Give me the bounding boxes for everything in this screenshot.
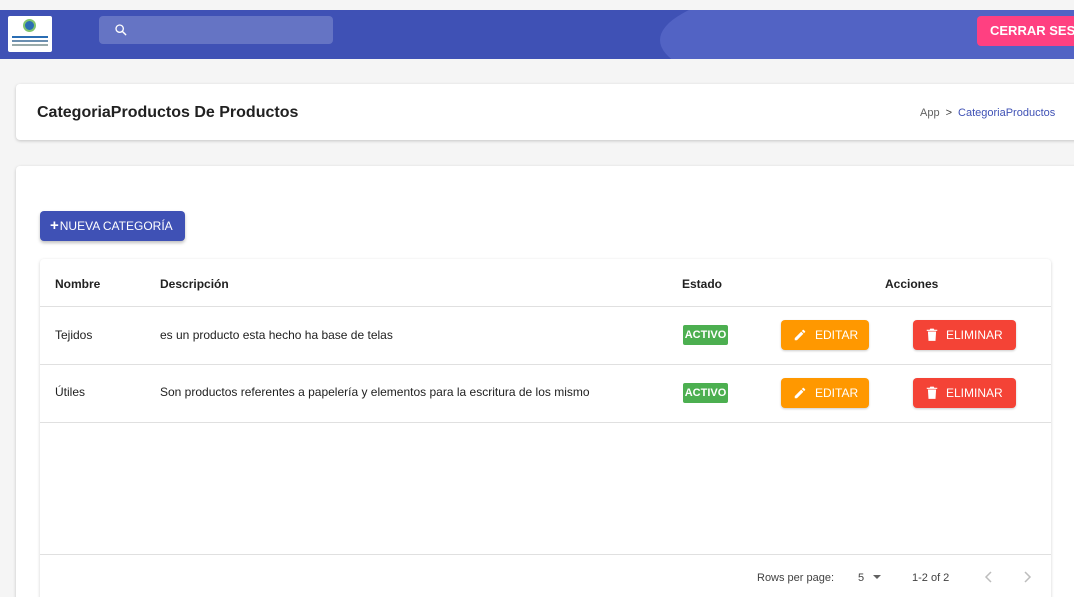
app-frame: CERRAR SESIÓN CategoriaProductos De Prod…: [0, 0, 1074, 597]
rows-per-page-select[interactable]: 5: [858, 572, 882, 584]
chevron-left-icon[interactable]: [979, 567, 999, 587]
column-header-name[interactable]: Nombre: [55, 277, 100, 291]
row-divider: [40, 422, 1051, 423]
content-card: +NUEVA CATEGORÍA Nombre Descripción Esta…: [16, 166, 1074, 597]
rows-per-page-value: 5: [858, 572, 865, 584]
new-category-label: NUEVA CATEGORÍA: [59, 219, 173, 233]
chevron-right-icon[interactable]: [1017, 567, 1037, 587]
company-logo[interactable]: [8, 16, 52, 52]
trash-icon: [926, 386, 938, 399]
breadcrumb-root[interactable]: App: [920, 107, 940, 119]
row-name: Tejidos: [55, 328, 93, 342]
delete-button[interactable]: ELIMINAR: [913, 378, 1016, 408]
breadcrumb-separator-icon: >: [945, 107, 953, 119]
categories-table: Nombre Descripción Estado Acciones Tejid…: [40, 259, 1051, 597]
edit-label: EDITAR: [815, 328, 859, 342]
trash-icon: [926, 328, 938, 341]
logo-text-lines: [12, 36, 48, 38]
edit-button[interactable]: EDITAR: [781, 378, 869, 408]
rows-per-page-label: Rows per page:: [757, 572, 835, 584]
column-header-description[interactable]: Descripción: [160, 277, 229, 291]
delete-label: ELIMINAR: [946, 328, 1003, 342]
column-header-actions: Acciones: [885, 277, 939, 291]
page-range: 1-2 of 2: [912, 572, 950, 584]
row-name: Útiles: [55, 385, 86, 399]
new-category-button[interactable]: +NUEVA CATEGORÍA: [40, 211, 185, 241]
page-title: CategoriaProductos De Productos: [37, 104, 299, 121]
table-pagination: Rows per page: 5 1-2 of 2: [40, 554, 1051, 597]
status-badge: ACTIVO: [683, 325, 728, 345]
breadcrumb-current[interactable]: CategoriaProductos: [958, 107, 1055, 119]
search-icon: [115, 24, 127, 36]
logo-globe-icon: [23, 19, 36, 32]
plus-icon: +: [50, 217, 59, 234]
pencil-icon: [794, 329, 806, 341]
breadcrumb: App > CategoriaProductos: [920, 107, 1055, 119]
row-description: es un producto esta hecho ha base de tel…: [160, 328, 393, 342]
edit-label: EDITAR: [815, 386, 859, 400]
header-divider: [40, 306, 1051, 307]
pencil-icon: [794, 387, 806, 399]
delete-button[interactable]: ELIMINAR: [913, 320, 1016, 350]
logout-button[interactable]: CERRAR SESIÓN: [977, 16, 1074, 46]
caret-down-icon: [873, 575, 882, 579]
column-header-status[interactable]: Estado: [682, 277, 722, 291]
edit-button[interactable]: EDITAR: [781, 320, 869, 350]
status-badge: ACTIVO: [683, 383, 728, 403]
row-divider: [40, 364, 1051, 365]
row-description: Son productos referentes a papelería y e…: [160, 385, 590, 399]
page-header-card: CategoriaProductos De Productos App > Cate…: [16, 84, 1074, 140]
search-field[interactable]: [99, 16, 333, 44]
delete-label: ELIMINAR: [946, 386, 1003, 400]
top-app-bar: CERRAR SESIÓN: [0, 10, 1074, 59]
